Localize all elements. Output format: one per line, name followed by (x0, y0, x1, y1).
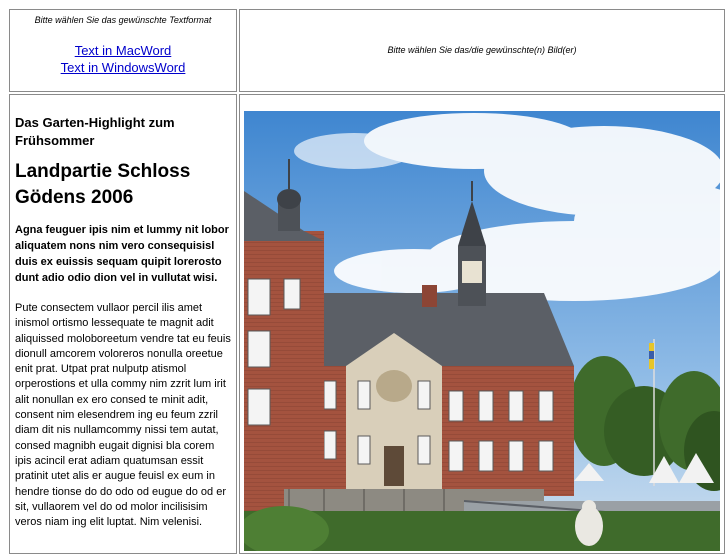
format-links: Text in MacWord Text in WindowsWord (10, 42, 236, 76)
image-select-prompt: Bitte wählen Sie das/die gewünschte(n) B… (387, 45, 577, 55)
article-panel: Das Garten-Highlight zum Frühsommer Land… (9, 94, 237, 554)
macword-link[interactable]: Text in MacWord (10, 42, 236, 59)
article-lead: Agna feuguer ipis nim et lummy nit lobor… (15, 224, 229, 284)
left-tower (244, 231, 324, 511)
main-roof (304, 293, 574, 366)
castle-photo[interactable] (244, 111, 720, 551)
text-format-prompt: Bitte wählen Sie das gewünschte Textform… (34, 15, 212, 25)
article-body: Pute consectem vullaor percil ilis amet … (15, 302, 231, 529)
image-select-panel: Bitte wählen Sie das/die gewünschte(n) B… (239, 9, 725, 92)
windowsword-link[interactable]: Text in WindowsWord (10, 59, 236, 76)
text-format-panel: Bitte wählen Sie das gewünschte Textform… (9, 9, 237, 92)
article-kicker: Das Garten-Highlight zum Frühsommer (15, 115, 175, 148)
article-headline: Landpartie Schloss Gödens 2006 (15, 161, 191, 208)
photo-panel (239, 94, 725, 554)
